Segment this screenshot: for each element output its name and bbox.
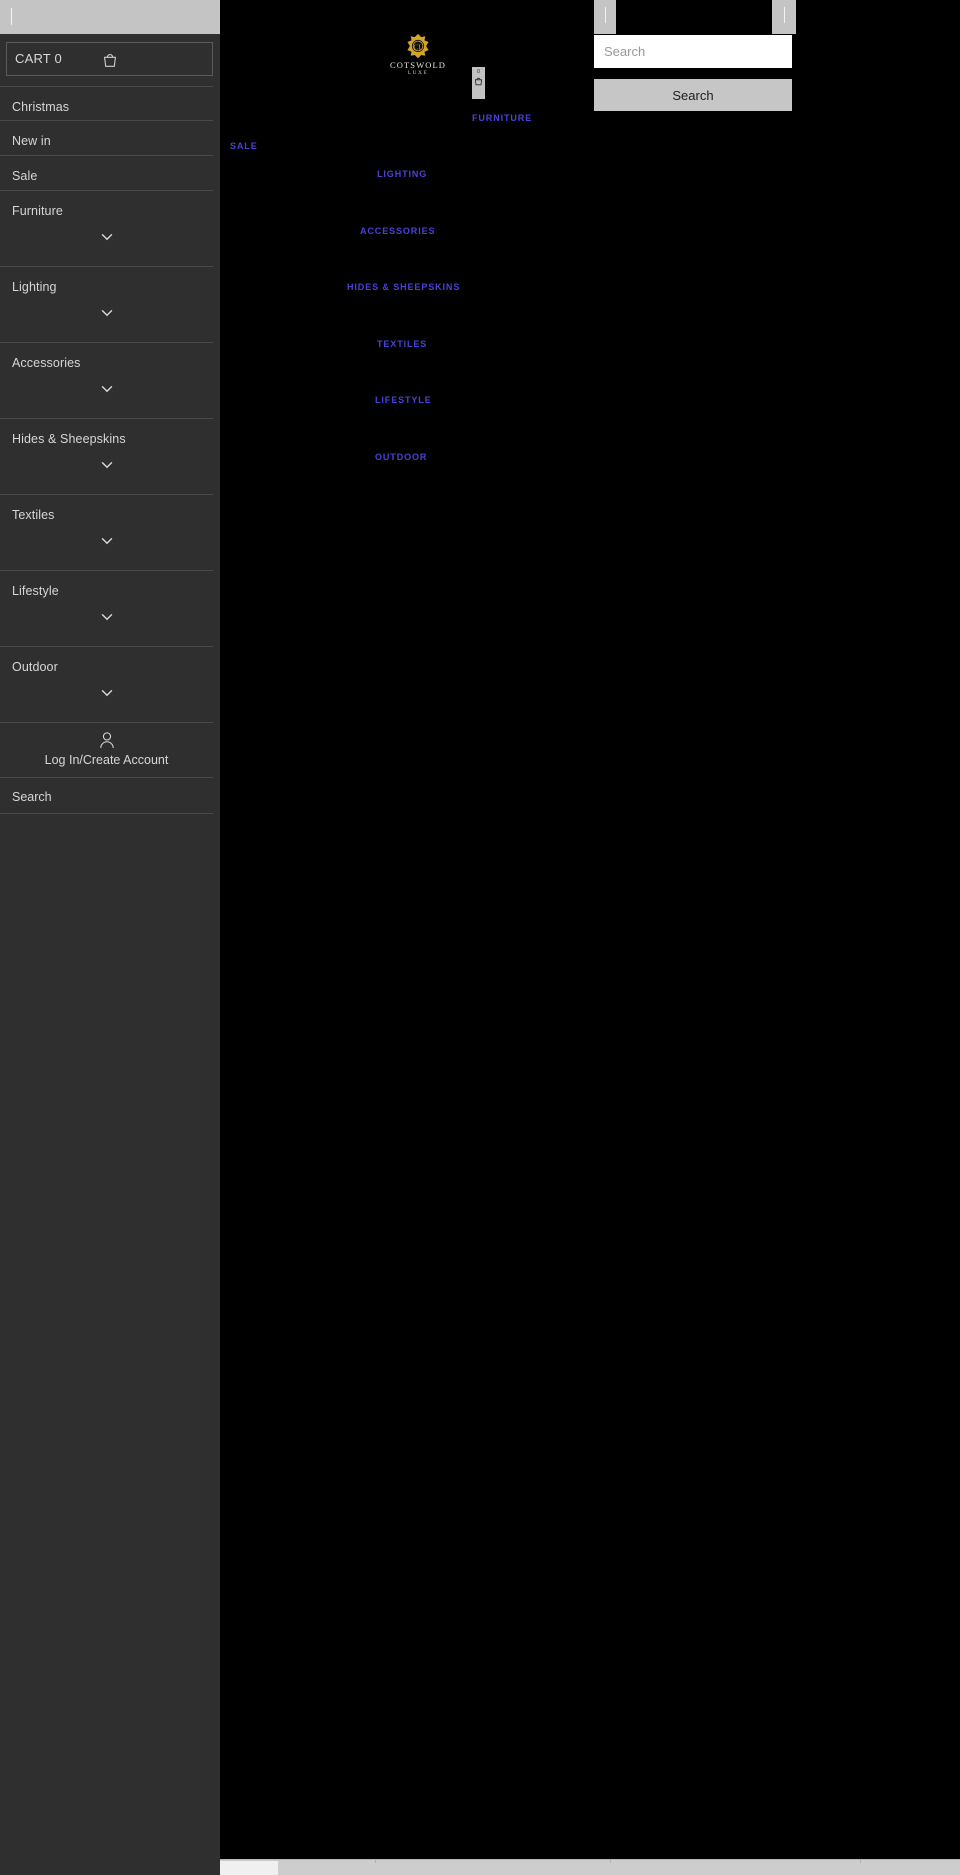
mini-cart-count: 0 — [477, 69, 480, 75]
svg-text:CL: CL — [413, 42, 423, 51]
sidebar-item-label: Outdoor — [12, 660, 58, 674]
sidebar-item-search[interactable]: Search — [0, 778, 213, 814]
sidebar-search-label: Search — [12, 790, 52, 804]
scrollbar-tick — [860, 1860, 861, 1863]
sidebar-item-textiles[interactable]: Textiles — [0, 495, 213, 571]
search-field-left[interactable] — [594, 0, 616, 34]
logo-wordmark: COTSWOLD — [389, 60, 447, 70]
sidebar-item-sale[interactable]: Sale — [0, 156, 213, 191]
mini-cart-button[interactable]: 0 — [472, 67, 485, 99]
sidebar-item-label: Sale — [12, 169, 38, 183]
nav-link-outdoor[interactable]: OUTDOOR — [375, 452, 427, 462]
account-label: Log In/Create Account — [44, 753, 169, 767]
chevron-down-icon — [101, 309, 112, 317]
sidebar-item-new-in[interactable]: New in — [0, 121, 213, 156]
sidebar-item-label: New in — [12, 134, 51, 148]
chevron-down-icon — [101, 613, 112, 621]
sidebar-item-lifestyle[interactable]: Lifestyle — [0, 571, 213, 647]
horizontal-scrollbar[interactable] — [220, 1859, 960, 1875]
drawer-menu: Christmas New in Sale Furniture Lighting Acce… — [0, 86, 220, 723]
navigation-drawer: CART 0 Christmas New in Sale Furniture Light… — [0, 0, 220, 1875]
chevron-down-icon — [101, 385, 112, 393]
nav-link-sale[interactable]: SALE — [230, 141, 258, 151]
sidebar-item-outdoor[interactable]: Outdoor — [0, 647, 213, 723]
nav-link-hides-sheepskins[interactable]: HIDES & SHEEPSKINS — [347, 282, 460, 292]
nav-link-lifestyle[interactable]: LIFESTYLE — [375, 395, 432, 405]
sidebar-item-label: Hides & Sheepskins — [12, 432, 126, 446]
chevron-down-icon — [101, 689, 112, 697]
logo-subtext: LUXE — [407, 70, 429, 76]
sidebar-item-furniture[interactable]: Furniture — [0, 191, 213, 267]
sidebar-item-label: Textiles — [12, 508, 55, 522]
chevron-down-icon — [101, 537, 112, 545]
text-caret — [605, 7, 606, 23]
cart-button[interactable]: CART 0 — [6, 42, 213, 76]
sidebar-item-accessories[interactable]: Accessories — [0, 343, 213, 419]
scrollbar-tick — [610, 1860, 611, 1863]
sidebar-item-label: Furniture — [12, 204, 63, 218]
cart-label: CART 0 — [15, 51, 62, 66]
chevron-down-icon — [101, 233, 112, 241]
search-input[interactable] — [594, 35, 792, 68]
sidebar-item-christmas[interactable]: Christmas — [0, 86, 213, 121]
sidebar-item-lighting[interactable]: Lighting — [0, 267, 213, 343]
sidebar-item-label: Lifestyle — [12, 584, 59, 598]
nav-link-accessories[interactable]: ACCESSORIES — [360, 226, 435, 236]
person-icon — [99, 732, 114, 749]
sidebar-item-label: Lighting — [12, 280, 57, 294]
text-caret — [784, 7, 785, 23]
search-field-right[interactable] — [772, 0, 796, 34]
page-content: CL COTSWOLD LUXE 0 SALE FURNITURE LIGHTING… — [220, 0, 960, 1875]
chevron-down-icon — [101, 461, 112, 469]
nav-link-furniture[interactable]: FURNITURE — [472, 113, 532, 123]
drawer-top-input[interactable] — [0, 0, 220, 34]
sidebar-item-label: Accessories — [12, 356, 81, 370]
ornamental-crest-icon: CL — [407, 33, 429, 59]
shopping-bag-icon — [474, 77, 483, 86]
sidebar-item-label: Christmas — [12, 100, 70, 114]
site-logo[interactable]: CL COTSWOLD LUXE — [378, 33, 458, 76]
scrollbar-thumb[interactable] — [220, 1861, 278, 1875]
shopping-bag-icon — [103, 54, 117, 67]
text-caret — [11, 8, 12, 25]
nav-link-lighting[interactable]: LIGHTING — [377, 169, 427, 179]
nav-link-textiles[interactable]: TEXTILES — [377, 339, 427, 349]
sidebar-item-account[interactable]: Log In/Create Account — [0, 723, 213, 778]
scrollbar-tick — [375, 1860, 376, 1863]
sidebar-item-hides-sheepskins[interactable]: Hides & Sheepskins — [0, 419, 213, 495]
search-submit-button[interactable]: Search — [594, 79, 792, 111]
